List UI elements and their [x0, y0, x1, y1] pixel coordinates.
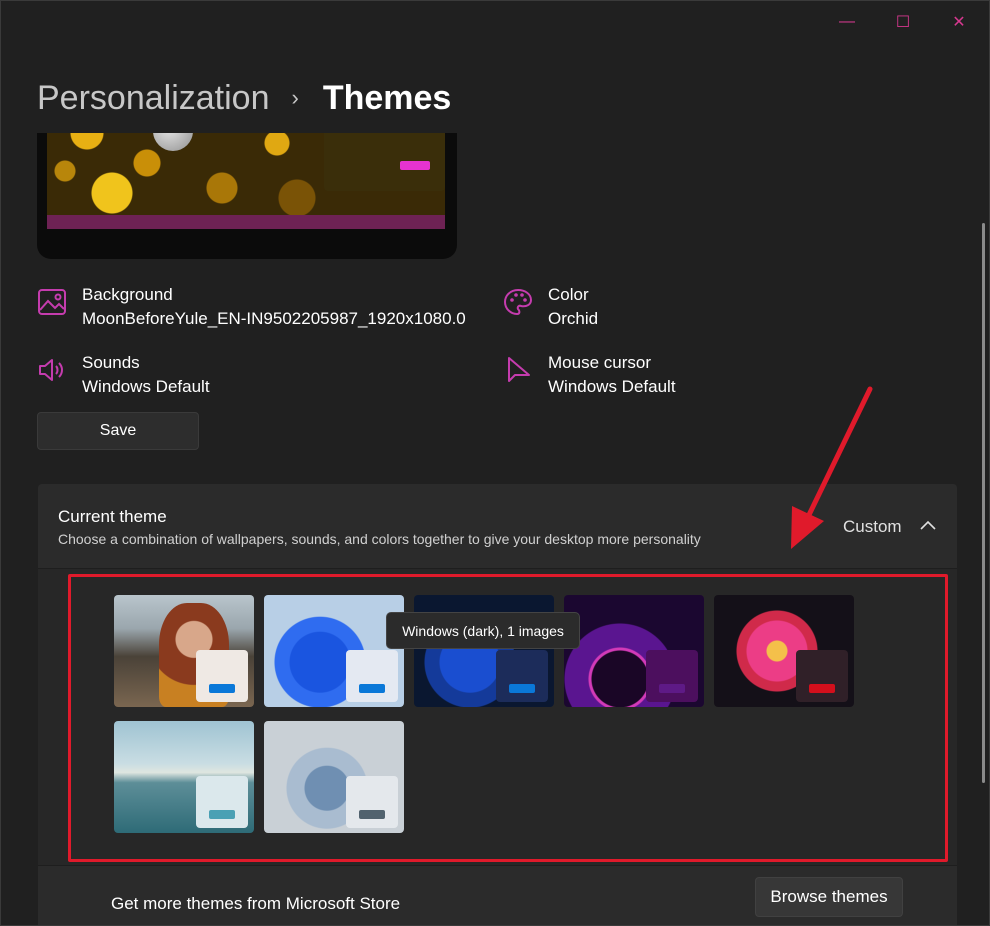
store-text: Get more themes from Microsoft Store	[111, 894, 401, 913]
sounds-value: Windows Default	[82, 377, 210, 396]
color-value: Orchid	[548, 309, 599, 328]
breadcrumb-personalization[interactable]: Personalization	[37, 79, 269, 118]
settings-window: — ☐ ✕ Personalization › Themes Backgroun…	[0, 0, 990, 926]
mouse-cursor-value: Windows Default	[548, 377, 676, 396]
image-icon	[38, 289, 66, 315]
palette-icon	[503, 288, 533, 316]
close-button[interactable]: ✕	[931, 3, 987, 41]
mouse-cursor-title: Mouse cursor	[548, 353, 651, 372]
color-property[interactable]: Color Orchid	[503, 283, 598, 331]
save-button[interactable]: Save	[37, 412, 199, 450]
microsoft-store-row: Get more themes from Microsoft Store Bro…	[38, 865, 957, 925]
page-title: Themes	[322, 78, 452, 117]
minimize-icon: —	[839, 13, 855, 30]
breadcrumb: Personalization › Themes	[37, 75, 451, 121]
chevron-up-icon[interactable]	[918, 516, 938, 536]
current-theme-title: Current theme	[58, 507, 167, 526]
background-value: MoonBeforeYule_EN-IN9502205987_1920x1080…	[82, 309, 466, 328]
speaker-icon	[39, 359, 63, 381]
minimize-button[interactable]: —	[819, 3, 875, 41]
browse-themes-button[interactable]: Browse themes	[755, 877, 903, 917]
maximize-button[interactable]: ☐	[875, 3, 931, 41]
color-title: Color	[548, 285, 589, 304]
chevron-right-icon: ›	[291, 85, 299, 110]
current-theme-value: Custom	[843, 517, 902, 536]
vertical-scrollbar[interactable]	[982, 223, 985, 783]
maximize-icon: ☐	[895, 14, 911, 31]
current-theme-subtitle: Choose a combination of wallpapers, soun…	[58, 531, 701, 547]
current-theme-header[interactable]: Current theme Choose a combination of wa…	[38, 484, 957, 569]
preview-wallpaper	[47, 133, 445, 215]
preview-accent-button	[400, 161, 430, 170]
sounds-property[interactable]: Sounds Windows Default	[37, 351, 210, 399]
moon-image	[153, 133, 193, 151]
background-property[interactable]: Background MoonBeforeYule_EN-IN950220598…	[37, 283, 466, 331]
annotation-highlight-box	[68, 574, 948, 862]
preview-window	[324, 133, 445, 191]
cursor-icon	[508, 357, 530, 382]
preview-taskbar	[47, 215, 445, 229]
close-icon: ✕	[952, 14, 966, 31]
background-title: Background	[82, 285, 173, 304]
mouse-cursor-property[interactable]: Mouse cursor Windows Default	[503, 351, 676, 399]
sounds-title: Sounds	[82, 353, 140, 372]
theme-preview	[37, 133, 457, 259]
